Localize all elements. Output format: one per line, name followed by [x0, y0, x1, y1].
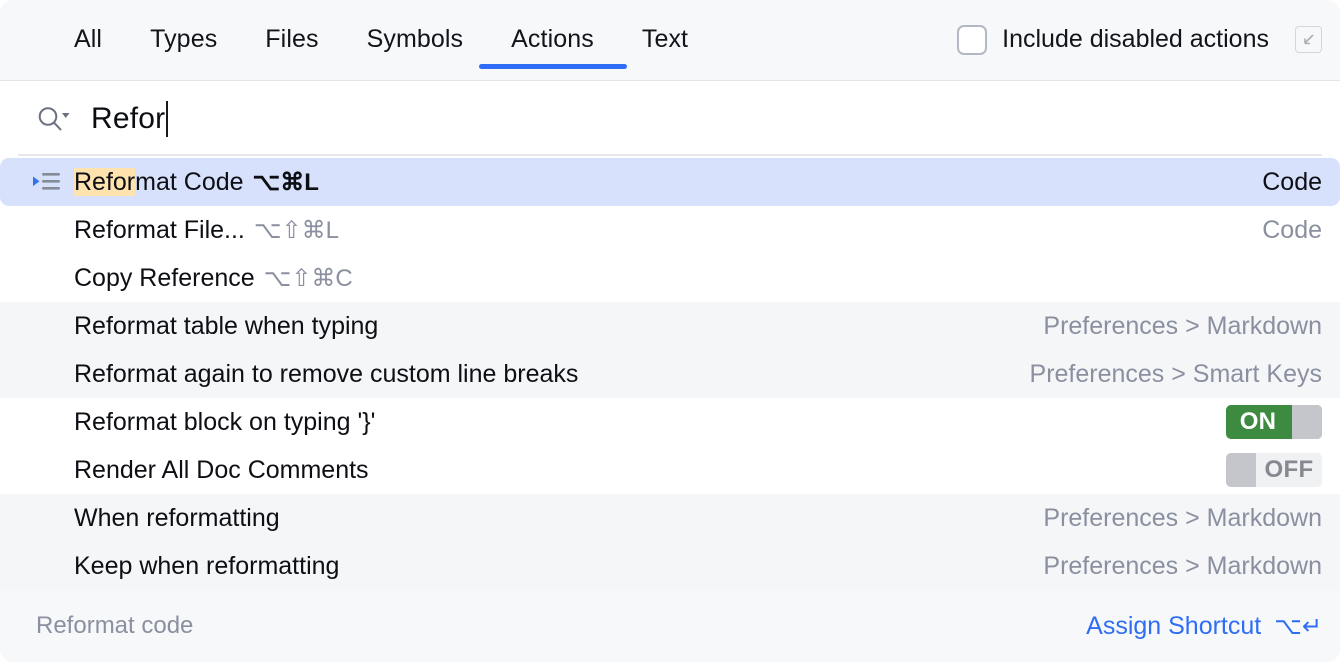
tab-label: Types — [150, 25, 217, 54]
row-icon-placeholder — [33, 266, 63, 290]
result-row[interactable]: Reformat table when typing Preferences > … — [0, 302, 1340, 350]
search-icon[interactable] — [36, 104, 72, 134]
result-row-label-text: Reformat table when typing — [74, 312, 378, 340]
assign-shortcut-button[interactable]: Assign Shortcut ⌥↵ — [1086, 612, 1322, 641]
search-everywhere-dialog: All Types Files Symbols Actions Text Include … — [0, 0, 1340, 662]
row-icon-placeholder — [33, 458, 63, 482]
row-icon-placeholder — [33, 362, 63, 386]
setting-toggle[interactable]: OFF — [1226, 453, 1322, 487]
result-row-label-text: Render All Doc Comments — [74, 456, 369, 484]
result-row-main: Reformat File... ⌥⇧⌘L — [74, 216, 1242, 245]
result-row-main: Render All Doc Comments — [74, 456, 1226, 485]
result-row-label-text: Reformat again to remove custom line bre… — [74, 360, 578, 388]
tab-types[interactable]: Types — [126, 0, 241, 79]
result-row-label: Copy Reference — [74, 264, 255, 293]
result-row-label-text: Copy Reference — [74, 264, 255, 292]
tab-label: All — [74, 25, 102, 54]
assign-shortcut-label: Assign Shortcut — [1086, 612, 1261, 641]
result-row-location: Preferences > Markdown — [1023, 552, 1322, 581]
tab-all[interactable]: All — [50, 0, 126, 79]
result-row-label-text: When reformatting — [74, 504, 280, 532]
result-row-label-text: Keep when reformatting — [74, 552, 339, 580]
search-input-value: Refor — [91, 102, 165, 136]
result-row-location: Code — [1242, 168, 1322, 197]
include-disabled-actions-checkbox[interactable]: Include disabled actions — [957, 25, 1269, 55]
tab-symbols[interactable]: Symbols — [343, 0, 488, 79]
result-row[interactable]: Reformat File... ⌥⇧⌘L Code — [0, 206, 1340, 254]
setting-toggle-label: OFF — [1256, 453, 1322, 487]
text-caret — [166, 101, 168, 137]
result-row-location: Preferences > Markdown — [1023, 504, 1322, 533]
match-highlight: Refor — [74, 168, 135, 196]
result-row[interactable]: Reformat Code ⌥⌘L Code — [0, 158, 1340, 206]
row-icon-placeholder — [33, 554, 63, 578]
tab-files[interactable]: Files — [241, 0, 342, 79]
result-row-label: Render All Doc Comments — [74, 456, 369, 485]
setting-toggle-label: ON — [1226, 405, 1292, 439]
result-row[interactable]: When reformatting Preferences > Markdown — [0, 494, 1340, 542]
result-row-label-text: Reformat block on typing '}' — [74, 408, 375, 436]
result-row[interactable]: Reformat again to remove custom line bre… — [0, 350, 1340, 398]
result-row-label: Reformat again to remove custom line bre… — [74, 360, 578, 389]
include-disabled-actions-label: Include disabled actions — [1002, 25, 1269, 54]
tab-actions[interactable]: Actions — [487, 0, 618, 79]
result-row-main: Reformat block on typing '}' — [74, 408, 1226, 437]
search-input[interactable]: Refor — [91, 101, 168, 137]
result-row[interactable]: Copy Reference ⌥⇧⌘C — [0, 254, 1340, 302]
row-icon-placeholder — [33, 218, 63, 242]
result-row-main: Reformat table when typing — [74, 312, 1023, 341]
header-right-controls: Include disabled actions — [957, 0, 1322, 79]
row-icon-placeholder — [33, 314, 63, 338]
result-row-main: Reformat again to remove custom line bre… — [74, 360, 1010, 389]
reformat-code-icon — [33, 170, 63, 194]
result-row-location: Preferences > Markdown — [1023, 312, 1322, 341]
tab-label: Actions — [511, 25, 594, 54]
result-row-shortcut: ⌥⇧⌘L — [254, 216, 339, 245]
setting-toggle[interactable]: ON — [1226, 405, 1322, 439]
tab-label: Files — [265, 25, 318, 54]
row-icon-placeholder — [33, 410, 63, 434]
result-row-label: Reformat Code — [74, 168, 244, 197]
result-row[interactable]: Render All Doc Comments OFF — [0, 446, 1340, 494]
tab-label: Text — [642, 25, 688, 54]
setting-toggle-knob — [1292, 405, 1322, 439]
results-list[interactable]: Reformat Code ⌥⌘L Code Reformat File... ⌥⇧⌘L… — [0, 156, 1340, 590]
result-row-main: Keep when reformatting — [74, 552, 1023, 581]
result-row-main: Copy Reference ⌥⇧⌘C — [74, 264, 1322, 293]
footer-hint-text: Reformat code — [36, 612, 193, 640]
result-row-main: Reformat Code ⌥⌘L — [74, 168, 1242, 197]
resize-arrow-icon[interactable] — [1295, 26, 1322, 53]
tab-bar: All Types Files Symbols Actions Text Include … — [0, 0, 1340, 81]
result-row-location: Preferences > Smart Keys — [1010, 360, 1322, 389]
result-row-main: When reformatting — [74, 504, 1023, 533]
result-row-location: Code — [1242, 216, 1322, 245]
checkbox-box[interactable] — [957, 25, 987, 55]
result-row[interactable]: Reformat block on typing '}' ON — [0, 398, 1340, 446]
assign-shortcut-keys: ⌥↵ — [1274, 612, 1322, 641]
footer-bar: Reformat code Assign Shortcut ⌥↵ — [0, 590, 1340, 662]
result-row-label: Reformat block on typing '}' — [74, 408, 375, 437]
row-icon-placeholder — [33, 506, 63, 530]
result-row-shortcut: ⌥⌘L — [253, 168, 319, 197]
result-row-label-text: Reformat File... — [74, 216, 245, 244]
tab-list: All Types Files Symbols Actions Text — [0, 0, 712, 79]
result-row-label: Reformat File... — [74, 216, 245, 245]
result-row[interactable]: Keep when reformatting Preferences > Mark… — [0, 542, 1340, 590]
result-row-shortcut: ⌥⇧⌘C — [264, 264, 353, 293]
search-field-row[interactable]: Refor — [0, 81, 1340, 156]
result-row-label-text: mat Code — [135, 168, 243, 196]
tab-text[interactable]: Text — [618, 0, 712, 79]
tab-label: Symbols — [367, 25, 464, 54]
result-row-label: When reformatting — [74, 504, 280, 533]
result-row-label: Keep when reformatting — [74, 552, 339, 581]
result-row-label: Reformat table when typing — [74, 312, 378, 341]
setting-toggle-knob — [1226, 453, 1256, 487]
